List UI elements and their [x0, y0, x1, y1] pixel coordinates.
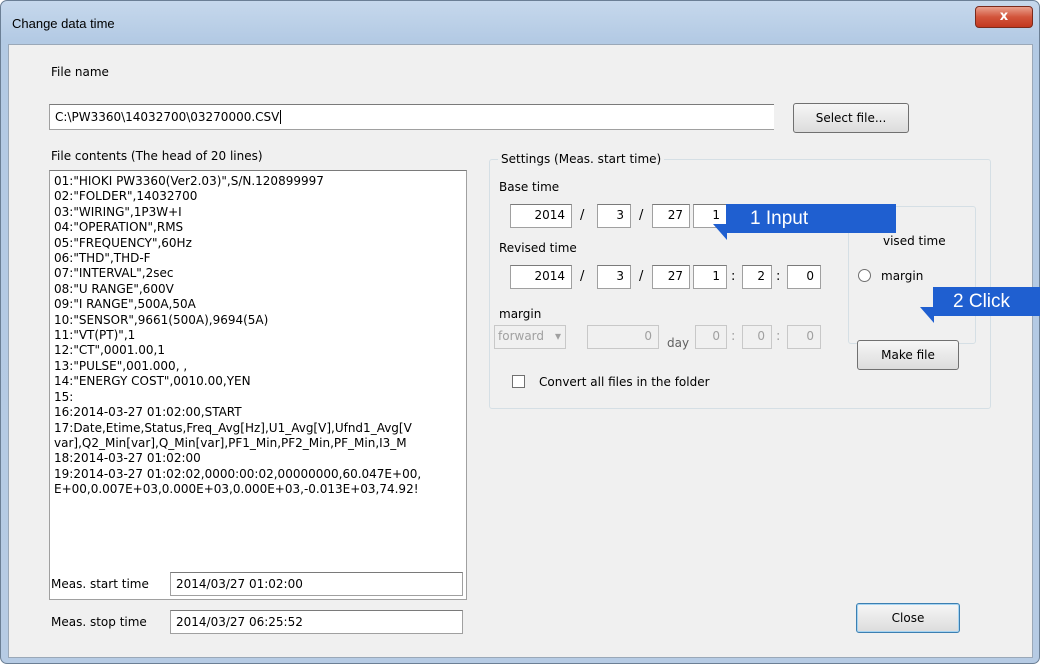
callout-input: 1 Input [713, 204, 896, 240]
contents-line: 04:"OPERATION",RMS [54, 220, 184, 235]
file-name-label: File name [51, 65, 109, 79]
chevron-down-icon: ▾ [554, 329, 561, 343]
convert-all-checkbox[interactable] [512, 375, 525, 388]
callout-click-pointer [920, 307, 934, 323]
contents-line: 10:"SENSOR",9661(500A),9694(5A) [54, 312, 269, 327]
contents-line: 09:"I RANGE",500A,50A [54, 297, 196, 312]
radio-revised-label: vised time [883, 234, 946, 248]
contents-line: 11:"VT(PT)",1 [54, 328, 136, 343]
callout-click-text: 2 Click [953, 291, 1011, 312]
base-year-field: 2014 [510, 204, 572, 228]
contents-line: 03:"WIRING",1P3W+I [54, 204, 182, 219]
revised-month-field[interactable]: 3 [597, 265, 631, 289]
revised-time-sep-2: : [776, 269, 781, 284]
contents-line: 17:Date,Etime,Status,Freq_Avg[Hz],U1_Avg… [54, 420, 412, 435]
settings-group-title: Settings (Meas. start time) [498, 152, 665, 166]
window-close-button[interactable]: x [975, 6, 1033, 28]
radio-margin-label: margin [881, 269, 924, 283]
contents-line: 12:"CT",0001.00,1 [54, 343, 165, 358]
base-date-sep-1: / [580, 208, 585, 223]
file-name-field[interactable]: C:\PW3360\14032700\03270000.CSV [49, 104, 774, 130]
meas-start-field: 2014/03/27 01:02:00 [170, 572, 463, 596]
base-date-sep-2: / [639, 208, 644, 223]
contents-line: 07:"INTERVAL",2sec [54, 266, 174, 281]
window-title: Change data time [12, 16, 115, 31]
radio-margin[interactable] [858, 269, 871, 282]
contents-line: 01:"HIOKI PW3360(Ver2.03)",S/N.120899997 [54, 174, 324, 188]
file-contents-label: File contents (The head of 20 lines) [51, 149, 263, 163]
contents-line: 08:"U RANGE",600V [54, 281, 174, 296]
margin-time-sep-2: : [776, 329, 781, 344]
revised-date-sep-1: / [580, 269, 585, 284]
convert-all-label: Convert all files in the folder [539, 375, 710, 389]
contents-line: E+00,0.007E+03,0.000E+03,0.000E+03,-0.01… [54, 482, 419, 497]
revised-time-label: Revised time [499, 241, 577, 255]
contents-line: 05:"FREQUENCY",60Hz [54, 235, 192, 250]
dialog-window: Change data time x File name C:\PW3360\1… [0, 0, 1040, 664]
margin-direction-select[interactable]: forward ▾ [494, 325, 566, 349]
revised-date-sep-2: / [639, 269, 644, 284]
margin-days-field[interactable]: 0 [587, 325, 659, 349]
callout-input-pointer [713, 224, 727, 240]
revised-day-field[interactable]: 27 [652, 265, 690, 289]
meas-start-label: Meas. start time [51, 577, 149, 591]
contents-line: 19:2014-03-27 01:02:02,0000:00:02,000000… [54, 466, 422, 481]
contents-line: 16:2014-03-27 01:02:00,START [54, 405, 242, 420]
contents-line: var],Q2_Min[var],Q_Min[var],PF1_Min,PF2_… [54, 435, 407, 450]
revised-time-sep-1: : [731, 269, 736, 284]
margin-minute-field[interactable]: 0 [742, 325, 772, 349]
revised-hour-field[interactable]: 1 [693, 265, 727, 289]
contents-line: 15: [54, 389, 74, 404]
file-contents-textarea[interactable]: 01:"HIOKI PW3360(Ver2.03)",S/N.120899997… [49, 170, 467, 600]
dialog-client: File name C:\PW3360\14032700\03270000.CS… [8, 44, 1033, 658]
callout-input-text: 1 Input [750, 208, 809, 229]
margin-second-field[interactable]: 0 [787, 325, 821, 349]
base-month-field: 3 [597, 204, 631, 228]
margin-day-unit: day [667, 336, 690, 350]
title-bar: Change data time x [1, 1, 1039, 45]
contents-line: 06:"THD",THD-F [54, 251, 151, 266]
meas-stop-field: 2014/03/27 06:25:52 [170, 610, 463, 634]
close-button[interactable]: Close [856, 603, 960, 633]
revised-second-field[interactable]: 0 [787, 265, 821, 289]
revised-year-field[interactable]: 2014 [510, 265, 572, 289]
contents-line: 14:"ENERGY COST",0010.00,YEN [54, 374, 251, 389]
make-file-button[interactable]: Make file [857, 340, 959, 370]
contents-line: 13:"PULSE",001.000, , [54, 358, 188, 373]
margin-hour-field[interactable]: 0 [695, 325, 727, 349]
margin-label: margin [499, 307, 542, 321]
callout-click: 2 Click [920, 287, 1040, 323]
contents-line: 18:2014-03-27 01:02:00 [54, 451, 201, 466]
contents-line: 02:"FOLDER",14032700 [54, 189, 198, 204]
select-file-button[interactable]: Select file... [793, 103, 909, 133]
margin-time-sep-1: : [731, 329, 736, 344]
meas-stop-label: Meas. stop time [51, 615, 147, 629]
revised-minute-field[interactable]: 2 [742, 265, 772, 289]
base-day-field: 27 [652, 204, 690, 228]
base-time-label: Base time [499, 180, 560, 194]
